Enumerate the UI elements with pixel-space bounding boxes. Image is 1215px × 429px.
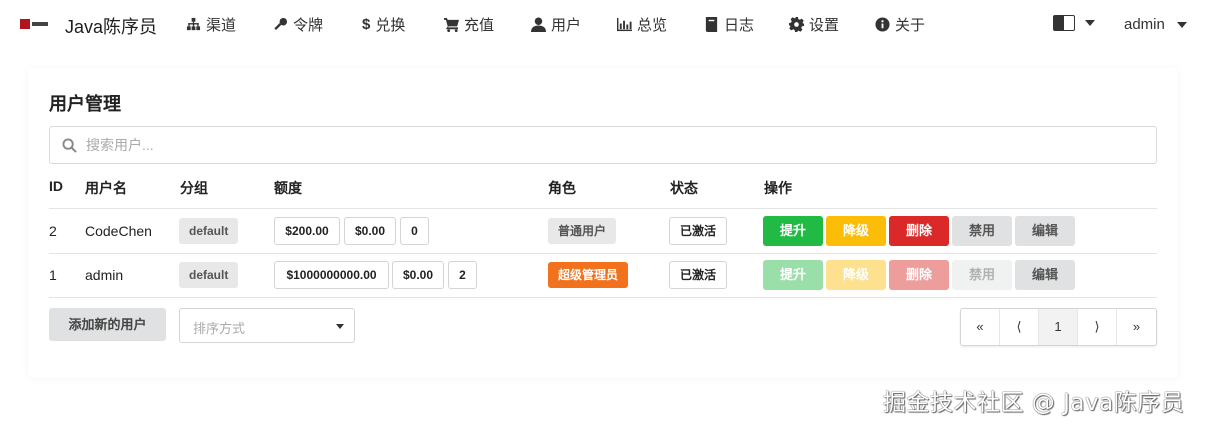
nav-item-overview[interactable]: 总览 xyxy=(617,14,667,35)
column-header-group: 分组 xyxy=(180,180,208,196)
dollar-icon: $ xyxy=(362,16,371,33)
disable-button[interactable]: 禁用 xyxy=(952,216,1012,246)
cart-icon xyxy=(444,17,459,32)
column-header-status: 状态 xyxy=(670,180,698,196)
demote-button[interactable]: 降级 xyxy=(826,216,886,246)
cell-id: 2 xyxy=(49,223,57,239)
edit-button[interactable]: 编辑 xyxy=(1015,260,1075,290)
column-header-role: 角色 xyxy=(548,180,576,196)
nav-label: 用户 xyxy=(551,17,582,34)
info-icon xyxy=(875,17,890,32)
nav-item-users[interactable]: 用户 xyxy=(531,14,581,35)
divider xyxy=(49,253,1157,254)
nav-label: 充值 xyxy=(464,17,495,34)
user-menu[interactable]: admin xyxy=(1124,16,1187,33)
cell-id: 1 xyxy=(49,267,57,283)
used-quota-badge: $0.00 xyxy=(344,217,396,245)
nav-item-tokens[interactable]: 令牌 xyxy=(273,14,323,35)
pager-first[interactable]: « xyxy=(961,309,1000,345)
nav-item-about[interactable]: 关于 xyxy=(875,14,925,35)
user-icon xyxy=(531,17,546,32)
language-switcher[interactable] xyxy=(1053,15,1095,31)
nav-label: 兑换 xyxy=(375,17,406,34)
role-badge: 超级管理员 xyxy=(548,262,628,288)
promote-button[interactable]: 提升 xyxy=(763,260,823,290)
nav-label: 总览 xyxy=(637,17,668,34)
bar-chart-icon xyxy=(617,17,632,32)
role-badge: 普通用户 xyxy=(548,218,616,244)
used-quota-badge: $0.00 xyxy=(392,261,444,289)
pager-last[interactable]: » xyxy=(1117,309,1156,345)
nav-item-recharge[interactable]: 充值 xyxy=(444,14,494,35)
key-icon xyxy=(274,17,288,31)
pager-next[interactable]: ⟩ xyxy=(1078,309,1117,345)
user-menu-name: admin xyxy=(1124,16,1165,33)
search-box[interactable] xyxy=(49,126,1157,164)
column-header-username: 用户名 xyxy=(85,180,127,196)
nav-label: 关于 xyxy=(895,17,926,34)
page-title: 用户管理 xyxy=(49,94,121,114)
nav-label: 渠道 xyxy=(206,17,237,34)
sitemap-icon xyxy=(186,17,201,31)
column-header-quota: 额度 xyxy=(274,180,302,196)
gear-icon xyxy=(789,17,804,32)
request-count-badge: 0 xyxy=(400,217,429,245)
book-icon xyxy=(705,17,718,32)
search-icon xyxy=(62,138,77,153)
translate-icon xyxy=(1053,15,1075,31)
nav-label: 设置 xyxy=(809,17,840,34)
nav-item-channels[interactable]: 渠道 xyxy=(186,14,236,35)
divider xyxy=(49,297,1157,298)
delete-button[interactable]: 删除 xyxy=(889,216,949,246)
quota-badge: $200.00 xyxy=(274,217,340,245)
nav-label: 日志 xyxy=(724,17,755,34)
cell-username: CodeChen xyxy=(85,223,152,239)
status-badge: 已激活 xyxy=(669,217,727,245)
pager-prev[interactable]: ⟨ xyxy=(1000,309,1039,345)
column-header-id: ID xyxy=(49,178,63,194)
nav-item-settings[interactable]: 设置 xyxy=(789,14,839,35)
nav-label: 令牌 xyxy=(293,17,324,34)
top-nav: Java陈序员 渠道 令牌 $ 兑换 充值 用户 总览 日志 设置 关于 adm… xyxy=(0,0,1215,48)
nav-item-logs[interactable]: 日志 xyxy=(704,14,754,35)
chevron-down-icon xyxy=(336,324,344,329)
request-count-badge: 2 xyxy=(448,261,477,289)
disable-button[interactable]: 禁用 xyxy=(952,260,1012,290)
search-input[interactable] xyxy=(86,127,1146,163)
chevron-down-icon xyxy=(1085,20,1095,26)
status-badge: 已激活 xyxy=(669,261,727,289)
watermark: 掘金技术社区 @ Java陈序员 xyxy=(883,390,1185,416)
sort-placeholder: 排序方式 xyxy=(193,321,246,336)
delete-button[interactable]: 删除 xyxy=(889,260,949,290)
logo[interactable] xyxy=(20,19,48,29)
pagination: « ⟨ 1 ⟩ » xyxy=(960,308,1157,346)
demote-button[interactable]: 降级 xyxy=(826,260,886,290)
sort-select[interactable]: 排序方式 xyxy=(179,308,355,343)
brand-name[interactable]: Java陈序员 xyxy=(65,13,157,39)
group-badge: default xyxy=(179,218,238,244)
quota-badge: $1000000000.00 xyxy=(274,261,389,289)
chevron-down-icon xyxy=(1176,21,1187,28)
nav-item-redeem[interactable]: $ 兑换 xyxy=(362,14,405,35)
pager-page-1[interactable]: 1 xyxy=(1039,309,1078,345)
promote-button[interactable]: 提升 xyxy=(763,216,823,246)
cell-username: admin xyxy=(85,267,124,283)
edit-button[interactable]: 编辑 xyxy=(1015,216,1075,246)
divider xyxy=(49,208,1157,209)
column-header-actions: 操作 xyxy=(764,180,792,196)
group-badge: default xyxy=(179,262,238,288)
add-user-button[interactable]: 添加新的用户 xyxy=(49,308,166,341)
